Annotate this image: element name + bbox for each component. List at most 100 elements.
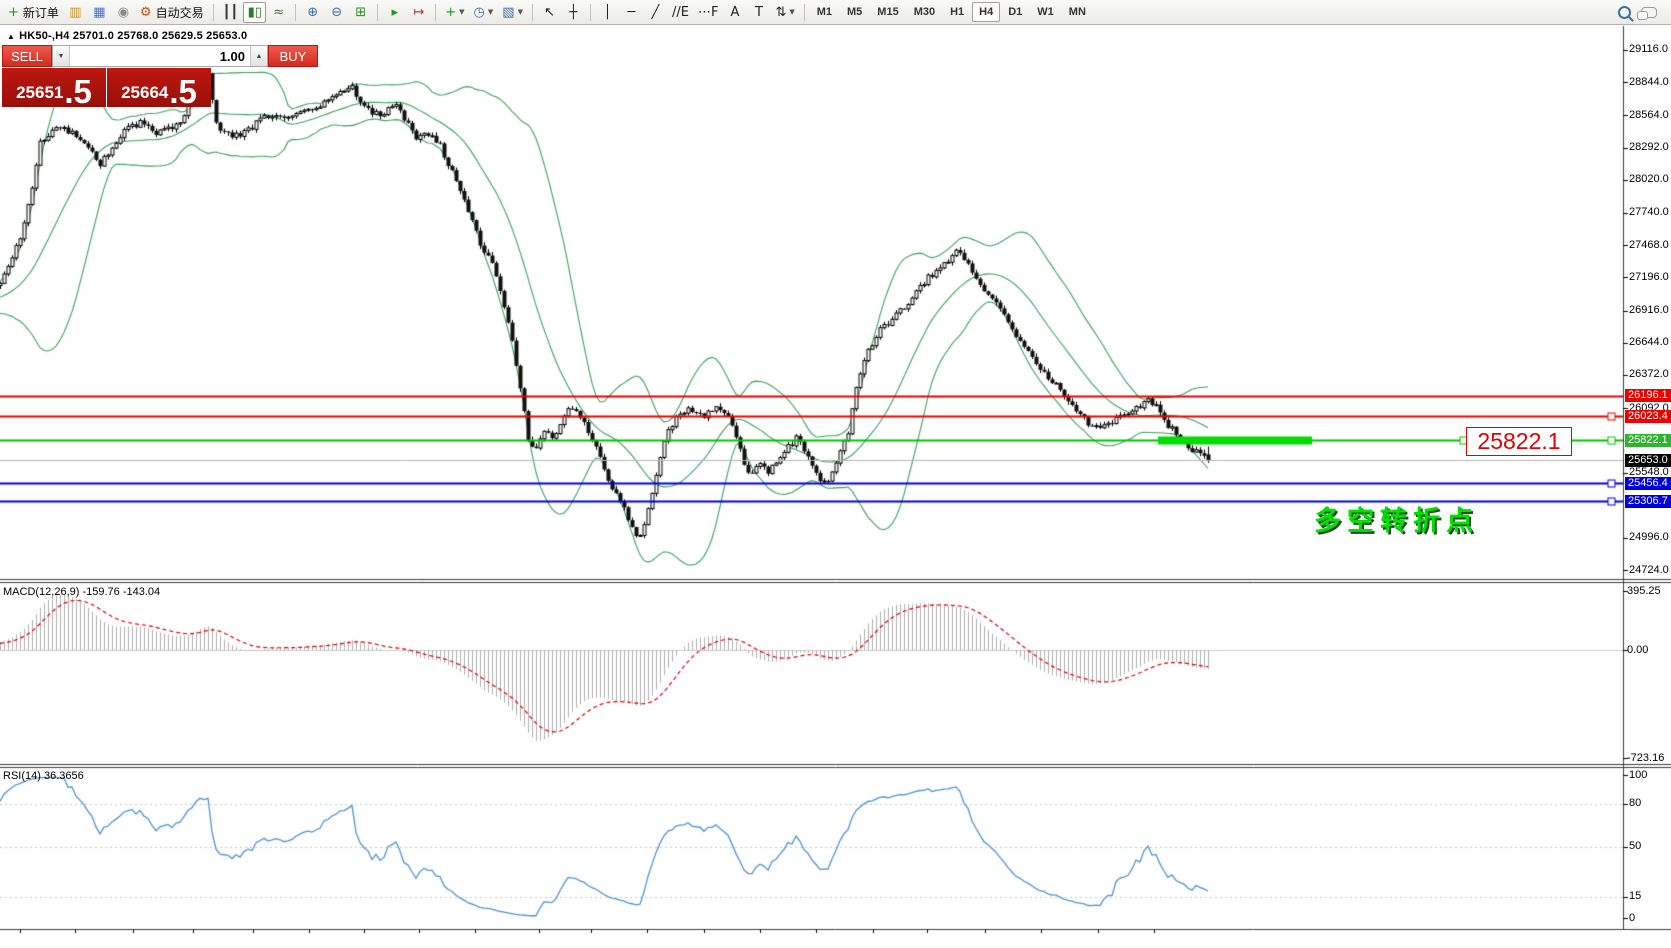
- price-badge: 26196.1: [1625, 389, 1671, 402]
- price-tick-label: 28292.0: [1629, 141, 1669, 153]
- text-label-button[interactable]: T: [747, 2, 770, 23]
- price-tick-label: 29116.0: [1629, 43, 1668, 55]
- tile-windows-button[interactable]: ⊞: [349, 2, 372, 23]
- terminal-icon: ▦: [93, 5, 105, 20]
- bid-fraction: .5: [64, 78, 92, 105]
- toolbar-separator: [532, 4, 533, 21]
- ask-main: 25664: [121, 84, 168, 101]
- price-badge: 26023.4: [1625, 410, 1671, 423]
- text-icon: A: [730, 5, 739, 20]
- price-tick-label: 27740.0: [1629, 206, 1669, 218]
- line-chart-icon: ≈: [273, 5, 284, 20]
- price-chart-canvas[interactable]: [0, 0, 1671, 948]
- candlestick-chart-button[interactable]: ▮▯: [243, 2, 266, 23]
- main-toolbar: +新订单▥▦◉⚙自动交易┃┃▮▯≈⊕⊖⊞▸↦+▼◷▼▧▼↖┼│─╱//E⋯FAT…: [0, 0, 1671, 25]
- signals-icon: ◉: [118, 5, 129, 20]
- horizontal-line-icon: ─: [628, 5, 636, 20]
- timeframe-mn[interactable]: MN: [1062, 2, 1093, 22]
- price-tick-label: 26644.0: [1629, 336, 1669, 348]
- new-chart-button[interactable]: +▼: [441, 2, 468, 23]
- new-order-button[interactable]: +新订单: [4, 2, 63, 23]
- bar-chart-icon: ┃┃: [223, 5, 239, 20]
- timeframe-d1[interactable]: D1: [1001, 2, 1029, 22]
- bid-price-panel[interactable]: 25651.5: [2, 68, 106, 107]
- cursor-icon: ↖: [544, 5, 555, 20]
- timeframe-h1[interactable]: H1: [943, 2, 971, 22]
- price-tick-label: 28020.0: [1629, 173, 1669, 185]
- chevron-down-icon[interactable]: ▼: [518, 8, 523, 16]
- vertical-line-button[interactable]: │: [596, 2, 619, 23]
- toolbar-separator: [804, 4, 805, 21]
- volume-input[interactable]: [70, 46, 250, 66]
- timeframe-m30[interactable]: M30: [907, 2, 942, 22]
- timeframe-m15[interactable]: M15: [870, 2, 905, 22]
- fibonacci-icon: ⋯F: [698, 5, 718, 20]
- tile-windows-icon: ⊞: [355, 5, 366, 20]
- terminal-button[interactable]: ▦: [88, 2, 111, 23]
- arrows-button[interactable]: ⇅▼: [771, 2, 798, 23]
- price-tick-label: 27468.0: [1629, 239, 1669, 251]
- candlestick-chart-icon: ▮▯: [248, 5, 262, 20]
- auto-scroll-button[interactable]: ▸: [383, 2, 406, 23]
- ohlc-text: HK50-,H4 25701.0 25768.0 25629.5 25653.0: [19, 30, 247, 42]
- fibonacci-button[interactable]: ⋯F: [694, 2, 722, 23]
- sell-button[interactable]: SELL: [2, 45, 52, 67]
- chart-shift-icon: ↦: [413, 5, 424, 20]
- timeframe-m1[interactable]: M1: [810, 2, 839, 22]
- auto-trading-button[interactable]: ⚙自动交易: [136, 2, 208, 23]
- macd-tick-label: 0.00: [1627, 644, 1648, 656]
- toolbar-separator: [377, 4, 378, 21]
- equidistant-channel-button[interactable]: //E: [668, 2, 693, 23]
- signals-button[interactable]: ◉: [112, 2, 135, 23]
- chevron-down-icon[interactable]: ▼: [789, 8, 794, 16]
- chevron-down-icon[interactable]: ▼: [459, 8, 464, 16]
- text-button[interactable]: A: [723, 2, 746, 23]
- price-badge: 25822.1: [1625, 434, 1671, 447]
- text-label-icon: T: [755, 5, 763, 20]
- chart-shift-button[interactable]: ↦: [407, 2, 430, 23]
- crosshair-button[interactable]: ┼: [562, 2, 585, 23]
- charts-folder-icon: ▥: [69, 5, 81, 20]
- volume-down-button[interactable]: ▼: [53, 46, 70, 66]
- arrows-icon: ⇅: [775, 5, 786, 20]
- timeframe-w1[interactable]: W1: [1030, 2, 1061, 22]
- toolbar-separator: [435, 4, 436, 21]
- collapse-icon[interactable]: ▲: [7, 32, 15, 41]
- bar-chart-button[interactable]: ┃┃: [219, 2, 243, 23]
- horizontal-line-button[interactable]: ─: [620, 2, 643, 23]
- zoom-out-button[interactable]: ⊖: [325, 2, 348, 23]
- annotation-text[interactable]: 多空转折点: [1314, 499, 1479, 538]
- chat-icon: [1641, 7, 1657, 18]
- rsi-indicator-label: RSI(14) 36.3656: [3, 770, 84, 782]
- buy-button[interactable]: BUY: [268, 45, 318, 67]
- trendline-icon: ╱: [652, 5, 660, 20]
- volume-up-button[interactable]: ▲: [250, 46, 267, 66]
- rsi-tick-label: 0: [1629, 912, 1635, 924]
- ask-price-panel[interactable]: 25664.5: [107, 68, 211, 107]
- timeframe-m5[interactable]: M5: [840, 2, 869, 22]
- timeframe-h4[interactable]: H4: [972, 2, 1000, 22]
- new-chart-icon: +: [445, 5, 456, 20]
- zoom-out-icon: ⊖: [331, 5, 342, 20]
- templates-button[interactable]: ▧▼: [498, 2, 527, 23]
- periods-button[interactable]: ◷▼: [470, 2, 498, 23]
- charts-folder-button[interactable]: ▥: [64, 2, 87, 23]
- price-tick-label: 24724.0: [1629, 564, 1669, 576]
- auto-scroll-icon: ▸: [391, 5, 398, 20]
- community-chat-button[interactable]: [1637, 2, 1661, 23]
- crosshair-icon: ┼: [570, 5, 578, 20]
- chevron-down-icon[interactable]: ▼: [488, 8, 493, 16]
- price-badge: 25306.7: [1625, 495, 1671, 508]
- cursor-button[interactable]: ↖: [538, 2, 561, 23]
- search-button[interactable]: [1613, 2, 1636, 23]
- rsi-tick-label: 15: [1629, 890, 1641, 902]
- line-chart-button[interactable]: ≈: [267, 2, 290, 23]
- toolbar-separator: [295, 4, 296, 21]
- trendline-button[interactable]: ╱: [644, 2, 667, 23]
- new-order-button-label: 新订单: [23, 4, 59, 21]
- mt4-window: +新订单▥▦◉⚙自动交易┃┃▮▯≈⊕⊖⊞▸↦+▼◷▼▧▼↖┼│─╱//E⋯FAT…: [0, 0, 1671, 948]
- zoom-in-button[interactable]: ⊕: [301, 2, 324, 23]
- price-alert-label[interactable]: 25822.1: [1466, 427, 1572, 456]
- toolbar-separator: [590, 4, 591, 21]
- rsi-tick-label: 50: [1629, 840, 1641, 852]
